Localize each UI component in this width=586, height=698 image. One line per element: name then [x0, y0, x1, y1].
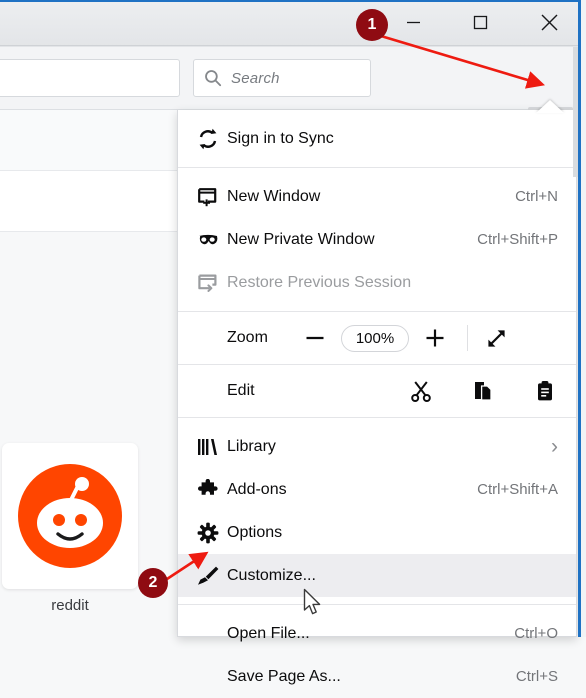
restore-session-icon — [189, 272, 227, 294]
library-books-icon — [189, 437, 227, 457]
annotation-badge-1: 1 — [356, 9, 388, 41]
menu-item-shortcut: Ctrl+O — [514, 625, 558, 642]
navigation-toolbar: Search — [0, 47, 586, 149]
reddit-logo — [18, 464, 122, 568]
paintbrush-icon — [189, 565, 227, 587]
menu-item-label: Customize... — [227, 566, 316, 584]
close-icon — [541, 14, 557, 31]
titlebar-divider — [0, 45, 586, 46]
menu-item-library[interactable]: Library › — [178, 425, 576, 468]
menu-pointer-arrow — [536, 100, 564, 113]
menu-item-label: Restore Previous Session — [227, 273, 412, 291]
menu-edit-row: Edit — [178, 365, 576, 417]
menu-item-options[interactable]: Options — [178, 511, 576, 554]
menu-item-shortcut: Ctrl+S — [515, 668, 558, 685]
clipboard-paste-icon — [538, 381, 552, 401]
minus-icon — [306, 336, 324, 340]
menu-item-shortcut: Ctrl+Shift+A — [477, 481, 558, 498]
menu-item-save-page-as[interactable]: Save Page As... Ctrl+S — [178, 655, 576, 698]
menu-top-padding — [178, 110, 576, 117]
search-input-placeholder: Search — [231, 69, 280, 87]
plus-icon — [426, 329, 444, 347]
zoom-in-button[interactable] — [409, 327, 461, 349]
top-site-tile-reddit[interactable] — [2, 443, 138, 589]
menu-item-shortcut: Ctrl+Shift+P — [477, 231, 558, 248]
puzzle-piece-icon — [189, 478, 227, 501]
menu-item-label: Library — [227, 437, 276, 455]
menu-spacer — [178, 168, 576, 175]
zoom-level-value[interactable]: 100% — [341, 324, 409, 352]
window-right-border — [578, 0, 581, 637]
menu-item-label: Add-ons — [227, 480, 287, 498]
menu-item-customize[interactable]: Customize... — [178, 554, 576, 597]
menu-spacer — [178, 605, 576, 612]
maximize-icon — [473, 15, 487, 30]
gear-icon — [189, 522, 227, 544]
window-right-outer — [581, 0, 586, 637]
menu-item-label: New Window — [227, 187, 321, 205]
top-site-tile-label: reddit — [51, 597, 89, 614]
scissors-icon — [411, 381, 431, 402]
zoom-divider — [467, 325, 468, 351]
menu-item-label: Sign in to Sync — [227, 129, 334, 147]
menu-item-restore-previous-session: Restore Previous Session — [178, 261, 576, 304]
menu-item-label: New Private Window — [227, 230, 375, 248]
menu-item-open-file[interactable]: Open File... Ctrl+O — [178, 612, 576, 655]
zoom-out-button[interactable] — [289, 327, 341, 349]
zoom-label: Zoom — [227, 329, 268, 346]
mask-icon — [189, 232, 227, 248]
menu-zoom-row: Zoom 100% — [178, 312, 576, 364]
copy-button[interactable] — [452, 380, 514, 402]
menu-spacer — [178, 160, 576, 167]
copy-icon — [475, 382, 492, 401]
annotation-badge-2: 2 — [138, 568, 168, 598]
menu-item-label: Save Page As... — [227, 667, 341, 685]
fullscreen-icon — [487, 329, 505, 347]
firefox-app-menu: Sign in to Sync New Window Ctrl+N New Pr… — [177, 110, 577, 685]
content-row-upper — [0, 110, 180, 171]
menu-item-label: Options — [227, 523, 283, 541]
cut-button[interactable] — [390, 380, 452, 402]
fullscreen-button[interactable] — [470, 327, 522, 350]
new-window-icon — [189, 186, 227, 208]
window-minimize-button[interactable] — [390, 0, 436, 45]
menu-item-label: Open File... — [227, 624, 310, 642]
edit-label: Edit — [227, 382, 255, 399]
window-close-button[interactable] — [526, 0, 572, 45]
paste-button[interactable] — [514, 380, 576, 402]
menu-item-sign-in-to-sync[interactable]: Sign in to Sync — [178, 117, 576, 160]
search-bar[interactable]: Search — [193, 59, 371, 97]
sync-icon — [189, 128, 227, 150]
minimize-icon — [406, 21, 420, 24]
menu-item-new-private-window[interactable]: New Private Window Ctrl+Shift+P — [178, 218, 576, 261]
menu-spacer — [178, 418, 576, 425]
url-address-bar[interactable] — [0, 59, 180, 97]
menu-item-new-window[interactable]: New Window Ctrl+N — [178, 175, 576, 218]
submenu-chevron-icon: › — [551, 434, 558, 458]
search-icon — [205, 70, 222, 87]
menu-spacer — [178, 597, 576, 604]
window-maximize-button[interactable] — [457, 0, 503, 45]
content-row-lower — [0, 171, 180, 232]
menu-item-add-ons[interactable]: Add-ons Ctrl+Shift+A — [178, 468, 576, 511]
menu-spacer — [178, 304, 576, 311]
mouse-cursor — [303, 588, 321, 615]
menu-item-shortcut: Ctrl+N — [515, 188, 558, 205]
